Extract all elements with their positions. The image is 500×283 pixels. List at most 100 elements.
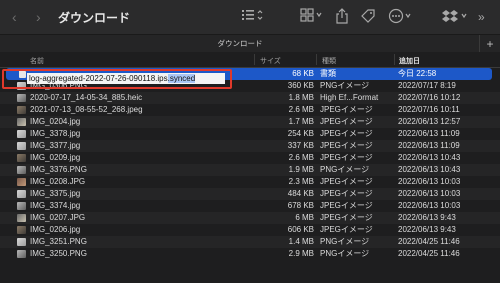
window-title: ダウンロード	[58, 11, 131, 25]
file-name: IMG_0204.jpg	[30, 117, 81, 126]
image-thumbnail-icon	[17, 190, 26, 198]
file-date: 2022/06/13 10:03	[398, 177, 461, 186]
file-date: 2022/06/13 9:43	[398, 225, 456, 234]
file-row[interactable]: IMG_3251.PNG 1.4 MB PNGイメージ 2022/04/25 11:4…	[0, 236, 500, 248]
file-date: 2022/06/13 11:09	[398, 129, 460, 138]
file-date: 今日 22:58	[398, 69, 437, 78]
file-row[interactable]: IMG_3250.PNG 2.9 MB PNGイメージ 2022/04/25 11:4…	[0, 248, 500, 260]
file-row[interactable]: IMG_3376.PNG 1.9 MB PNGイメージ 2022/06/13 10:4…	[0, 164, 500, 176]
file-row[interactable]: IMG_0206.jpg 606 KB JPEGイメージ 2022/06/13 9:4…	[0, 224, 500, 236]
column-name[interactable]: 名前	[30, 56, 44, 66]
column-header: 名前 サイズ 種類 追加日	[0, 52, 500, 68]
column-date-added[interactable]: 追加日	[399, 56, 420, 66]
new-tab-button[interactable]: +	[479, 35, 500, 53]
file-date: 2022/06/13 10:43	[398, 153, 461, 162]
file-size: 2.3 MB	[288, 177, 314, 186]
file-size: 337 KB	[287, 141, 314, 150]
window-toolbar: ‹ › ダウンロード »	[0, 0, 500, 34]
image-thumbnail-icon	[17, 118, 26, 126]
file-kind: JPEGイメージ	[320, 129, 373, 138]
file-size: 1.9 MB	[288, 165, 314, 174]
image-thumbnail-icon	[17, 250, 26, 258]
forward-button[interactable]: ›	[36, 8, 41, 26]
file-kind: PNGイメージ	[320, 165, 370, 174]
file-row[interactable]: IMG_0204.jpg 1.7 MB JPEGイメージ 2022/06/13 12:…	[0, 116, 500, 128]
share-button[interactable]	[336, 8, 348, 26]
file-size: 2.6 MB	[288, 105, 314, 114]
file-name: IMG_0208.JPG	[30, 177, 86, 186]
dropbox-icon	[442, 10, 467, 22]
file-size: 1.8 MB	[288, 93, 314, 102]
file-row[interactable]: IMG_0208.JPG 2.3 MB JPEGイメージ 2022/06/13 10:…	[0, 176, 500, 188]
view-options-button[interactable]	[242, 8, 264, 26]
file-row[interactable]: 2020-07-17_14-05-34_885.heic 1.8 MB High E…	[0, 92, 500, 104]
image-thumbnail-icon	[17, 154, 26, 162]
file-date: 2022/06/13 10:43	[398, 165, 461, 174]
file-name: 2021-07-13_08-55-52_268.jpeg	[30, 105, 143, 114]
image-thumbnail-icon	[17, 166, 26, 174]
file-date: 2022/07/16 10:12	[398, 93, 461, 102]
file-row[interactable]: IMG_3378.jpg 254 KB JPEGイメージ 2022/06/13 11:…	[0, 128, 500, 140]
file-row[interactable]: IMG_3377.jpg 337 KB JPEGイメージ 2022/06/13 11:…	[0, 140, 500, 152]
annotation-highlight-box	[2, 69, 232, 89]
file-date: 2022/07/17 8:19	[398, 81, 456, 90]
image-thumbnail-icon	[17, 214, 26, 222]
column-size[interactable]: サイズ	[260, 56, 281, 66]
action-button[interactable]	[388, 8, 414, 26]
file-size: 2.9 MB	[288, 249, 314, 258]
file-kind: JPEGイメージ	[320, 201, 373, 210]
file-size: 68 KB	[292, 69, 314, 78]
file-name: IMG_3374.jpg	[30, 201, 81, 210]
image-thumbnail-icon	[17, 226, 26, 234]
back-button[interactable]: ‹	[12, 8, 17, 26]
file-name: IMG_3251.PNG	[30, 237, 87, 246]
file-kind: JPEGイメージ	[320, 189, 373, 198]
file-date: 2022/06/13 11:09	[398, 141, 460, 150]
file-date: 2022/06/13 10:03	[398, 201, 461, 210]
file-name: IMG_3375.jpg	[30, 189, 81, 198]
tab-bar: ダウンロード +	[0, 34, 500, 54]
file-size: 2.6 MB	[288, 153, 314, 162]
file-size: 1.7 MB	[288, 117, 314, 126]
file-size: 360 KB	[287, 81, 314, 90]
group-button[interactable]	[300, 8, 324, 26]
column-divider[interactable]	[316, 54, 317, 65]
file-date: 2022/06/13 12:57	[398, 117, 461, 126]
grid-group-icon	[300, 8, 322, 22]
file-kind: JPEGイメージ	[320, 141, 373, 150]
column-kind[interactable]: 種類	[322, 56, 336, 66]
file-row[interactable]: IMG_0207.JPG 6 MB JPEGイメージ 2022/06/13 9:43	[0, 212, 500, 224]
file-row[interactable]: IMG_3375.jpg 484 KB JPEGイメージ 2022/06/13 10:…	[0, 188, 500, 200]
file-name: IMG_3377.jpg	[30, 141, 81, 150]
list-view-icon	[242, 10, 263, 20]
tag-icon	[361, 9, 375, 23]
share-icon	[336, 8, 348, 24]
file-kind: JPEGイメージ	[320, 117, 373, 126]
image-thumbnail-icon	[17, 238, 26, 246]
file-kind: PNGイメージ	[320, 237, 370, 246]
image-thumbnail-icon	[17, 142, 26, 150]
column-divider[interactable]	[394, 54, 395, 65]
file-kind: High Ef...Format	[320, 93, 379, 102]
file-date: 2022/06/13 10:03	[398, 189, 461, 198]
file-name: IMG_3250.PNG	[30, 249, 87, 258]
tag-button[interactable]	[360, 8, 376, 26]
file-name: IMG_0207.JPG	[30, 213, 86, 222]
file-kind: JPEGイメージ	[320, 213, 373, 222]
file-date: 2022/06/13 9:43	[398, 213, 456, 222]
file-row[interactable]: 2021-07-13_08-55-52_268.jpeg 2.6 MB JPEGイメ…	[0, 104, 500, 116]
image-thumbnail-icon	[17, 94, 26, 102]
file-date: 2022/04/25 11:46	[398, 237, 460, 246]
file-kind: JPEGイメージ	[320, 177, 373, 186]
file-row[interactable]: IMG_0209.jpg 2.6 MB JPEGイメージ 2022/06/13 10:…	[0, 152, 500, 164]
file-row[interactable]: IMG_3374.jpg 678 KB JPEGイメージ 2022/06/13 10:…	[0, 200, 500, 212]
toolbar-overflow-button[interactable]: »	[478, 8, 485, 26]
file-kind: 書類	[320, 69, 336, 78]
dropbox-button[interactable]	[442, 8, 470, 26]
tab-downloads[interactable]: ダウンロード	[0, 38, 480, 49]
file-kind: JPEGイメージ	[320, 105, 373, 114]
file-date: 2022/04/25 11:46	[398, 249, 460, 258]
image-thumbnail-icon	[17, 106, 26, 114]
image-thumbnail-icon	[17, 178, 26, 186]
column-divider[interactable]	[254, 54, 255, 65]
